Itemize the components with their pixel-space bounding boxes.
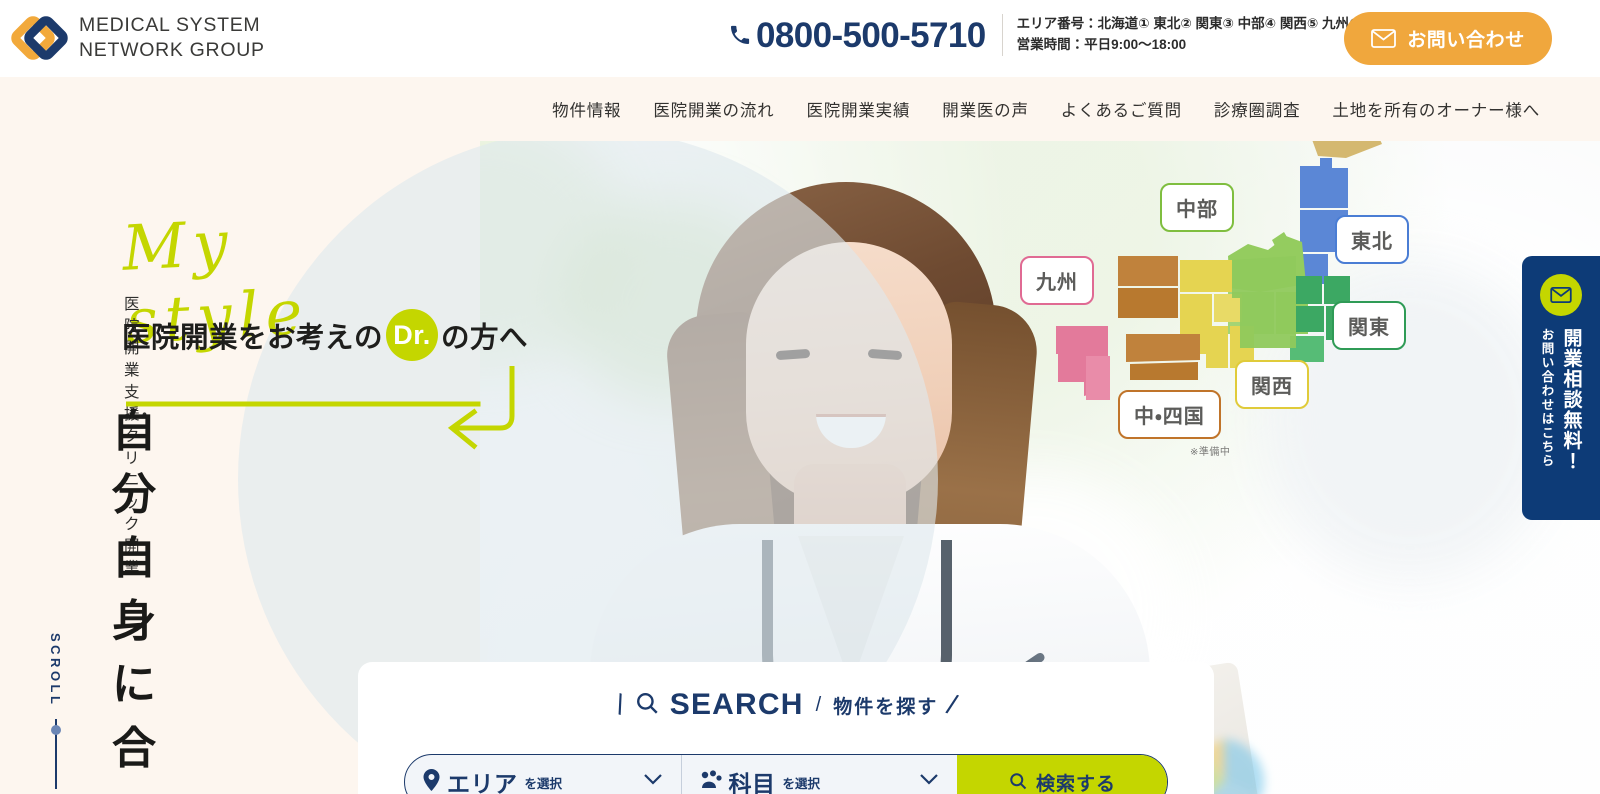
mail-icon — [1540, 274, 1582, 316]
side-banner-sub-text: お問い合わせはこちら — [1539, 328, 1554, 468]
dr-badge: Dr. — [386, 309, 439, 361]
department-select[interactable]: 科目 を選択 — [680, 755, 958, 794]
search-title-en: SEARCH — [669, 688, 804, 721]
header-phone[interactable]: 0800-500-5710 — [728, 18, 1002, 53]
search-form: エリア を選択 科目 を選択 検索する — [404, 754, 1168, 794]
area-select[interactable]: エリア を選択 — [405, 755, 681, 794]
search-icon — [1008, 771, 1028, 794]
search-icon — [634, 690, 660, 721]
nav-item-voices[interactable]: 開業医の声 — [926, 97, 1045, 121]
site-logo[interactable]: MEDICAL SYSTEM NETWORK GROUP — [7, 12, 265, 64]
scroll-line — [50, 719, 61, 790]
phone-number-text: 0800-500-5710 — [756, 15, 986, 55]
nav-item-results[interactable]: 医院開業実績 — [790, 97, 926, 121]
area-select-label: エリア — [447, 771, 518, 794]
search-card-heading: / SEARCH / 物件を探す / — [358, 662, 1214, 722]
map-label-chushikoku[interactable]: 中・四国 — [1118, 390, 1221, 439]
map-label-kansai[interactable]: 関西 — [1235, 360, 1309, 409]
search-submit-button[interactable]: 検索する — [957, 755, 1167, 794]
map-label-chubu[interactable]: 中部 — [1160, 183, 1234, 232]
decor-slash-left-icon: / — [611, 688, 629, 721]
nav-item-owner[interactable]: 土地を所有のオーナー様へ — [1316, 97, 1556, 121]
nav-item-faq[interactable]: よくあるご質問 — [1045, 97, 1198, 121]
department-select-label: 科目 — [728, 771, 776, 794]
scroll-indicator: SCROLL — [48, 633, 63, 790]
map-label-kyushu[interactable]: 九州 — [1020, 256, 1094, 305]
main-navigation: 物件情報 医院開業の流れ 医院開業実績 開業医の声 よくあるご質問 診療圏調査 … — [0, 77, 1600, 141]
mail-icon — [1371, 29, 1397, 48]
search-title-jp: 物件を探す — [833, 696, 939, 718]
lime-underline-arrow-icon — [123, 365, 526, 471]
department-select-suffix: を選択 — [782, 776, 821, 791]
phone-icon — [728, 23, 752, 47]
page-root: MEDICAL SYSTEM NETWORK GROUP 0800-500-57… — [0, 0, 1600, 794]
chevron-down-icon — [643, 773, 663, 791]
nav-item-survey[interactable]: 診療圏調査 — [1198, 97, 1317, 121]
business-hours-note: 営業時間：平日9:00〜18:00 — [1016, 37, 1187, 52]
contact-button[interactable]: お問い合わせ — [1344, 12, 1552, 65]
scroll-dot — [50, 725, 61, 736]
nav-item-flow[interactable]: 医院開業の流れ — [637, 97, 790, 121]
property-search-card: / SEARCH / 物件を探す / エリア を選択 科目 を選択 検索する — [358, 662, 1214, 794]
search-title-separator: / — [815, 693, 822, 716]
map-preparation-note: ※準備中 — [1190, 447, 1231, 458]
area-number-note: エリア番号：北海道① 東北② 関東③ 中部④ 関西⑤ 九州⑥ — [1016, 16, 1361, 32]
decor-slash-right-icon: / — [943, 688, 961, 721]
header-notes: エリア番号：北海道① 東北② 関東③ 中部④ 関西⑤ 九州⑥ 営業時間：平日9:… — [1003, 14, 1361, 56]
map-label-tohoku[interactable]: 東北 — [1335, 215, 1409, 264]
logo-line-1: MEDICAL SYSTEM — [79, 14, 261, 37]
hero-lead-after: の方へ — [441, 321, 529, 354]
contact-button-label: お問い合わせ — [1407, 30, 1525, 51]
header-contact-block: 0800-500-5710 エリア番号：北海道① 東北② 関東③ 中部④ 関西⑤… — [728, 14, 1360, 56]
hero-lead-before: 医院開業をお考えの — [122, 321, 384, 354]
side-banner-text: 開業相談無料！ お問い合わせはこちら — [1538, 328, 1585, 472]
logo-line-2: NETWORK GROUP — [79, 39, 265, 61]
search-submit-label: 検索する — [1035, 773, 1116, 794]
map-label-kanto[interactable]: 関東 — [1332, 301, 1406, 350]
site-header: MEDICAL SYSTEM NETWORK GROUP 0800-500-57… — [0, 0, 1600, 77]
hero-lead-line: 医院開業をお考えの Dr. の方へ — [122, 309, 528, 361]
logo-text: MEDICAL SYSTEM NETWORK GROUP — [79, 13, 265, 63]
side-contact-banner[interactable]: 開業相談無料！ お問い合わせはこちら — [1522, 256, 1600, 520]
pin-icon — [423, 768, 440, 794]
nav-item-bukken[interactable]: 物件情報 — [536, 97, 637, 121]
diamond-logo-icon — [7, 12, 72, 64]
area-select-suffix: を選択 — [524, 776, 563, 791]
stethoscope-icon — [700, 769, 722, 794]
chevron-down-icon — [919, 773, 939, 791]
side-banner-main-text: 開業相談無料！ — [1560, 328, 1582, 472]
scroll-label: SCROLL — [48, 633, 63, 708]
